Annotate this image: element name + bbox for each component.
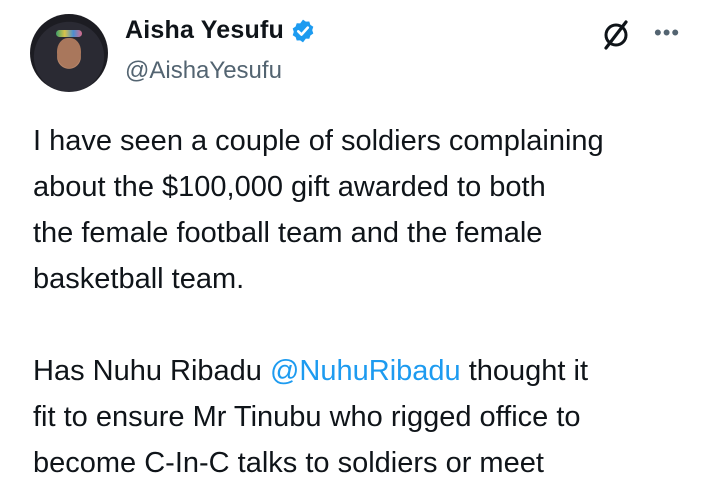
verified-badge-icon [292,19,314,42]
text-line: become C-In-C talks to soldiers or meet [33,447,544,479]
author-name[interactable]: Aisha Yesufu [125,16,284,45]
text-segment: thought it [460,355,589,387]
text-line: Has Nuhu Ribadu @NuhuRibadu thought it [33,348,703,394]
author-name-row[interactable]: Aisha Yesufu [125,16,316,45]
tweet-header: Aisha Yesufu @AishaYesufu ••• [0,0,720,110]
text-line: the female football team and the female [33,217,543,249]
paragraph-2: Has Nuhu Ribadu @NuhuRibadu thought it f… [33,348,703,486]
avatar-headband [56,30,82,37]
text-line: I have seen a couple of soldiers complai… [33,125,604,157]
author-handle[interactable]: @AishaYesufu [125,57,282,85]
tweet-text: I have seen a couple of soldiers complai… [33,118,703,486]
text-line: about the $100,000 gift awarded to both [33,171,546,203]
avatar[interactable] [30,14,108,92]
text-line: basketball team. [33,263,245,295]
mention-link[interactable]: @NuhuRibadu [270,355,461,387]
avatar-face [57,38,81,68]
paragraph-1: I have seen a couple of soldiers complai… [33,118,703,302]
text-segment: Has Nuhu Ribadu [33,355,270,387]
grok-icon[interactable] [598,16,634,52]
text-line: fit to ensure Mr Tinubu who rigged offic… [33,401,581,433]
more-icon[interactable]: ••• [654,22,680,44]
